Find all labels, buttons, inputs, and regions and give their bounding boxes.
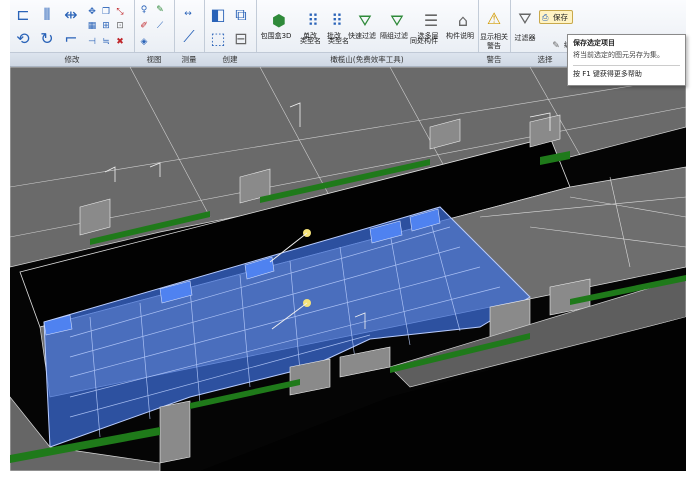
panel-addin: ⬢ 包围盒3D ⠿ 单改 ⠿ 批改 ⛛ 快速过滤 ⛛ 隔组过滤 ☰ 选多层 ⌂ … (256, 0, 479, 66)
move-icon[interactable]: ✥ (86, 6, 98, 18)
multi-floor-icon: ☰ (423, 11, 439, 30)
save-selection-tooltip: 保存选定项目 将当前选定的图元另存为集。 按 F1 键获得更多帮助 (567, 34, 686, 86)
tooltip-title: 保存选定项目 (573, 39, 615, 47)
group-icon[interactable]: ◧ (207, 4, 229, 26)
panel-label-warning: 警告 (478, 52, 510, 66)
mirror-icon[interactable]: ⇹ (60, 4, 82, 26)
warning-sub-label: 警告 (487, 42, 501, 50)
assembly-icon[interactable]: ⊟ (230, 28, 252, 50)
type-name-sublabel-2: 类型名 (328, 37, 349, 45)
tooltip-separator (573, 65, 680, 66)
split-icon[interactable]: ⊞ (100, 20, 112, 32)
panel-view: ♀ ✎ ✐ ⟋ ◈ 视图 (134, 0, 175, 66)
component-desc-button[interactable]: ⌂ 构件说明 (440, 8, 480, 48)
save-label: 保存 (553, 13, 568, 22)
visibility-icon[interactable]: ◈ (138, 36, 150, 48)
delete-icon[interactable]: ✖ (114, 36, 126, 48)
trim-icon[interactable]: ⌐ (60, 28, 82, 50)
override-icon[interactable]: ✐ (138, 20, 150, 32)
extend-icon[interactable]: ≒ (100, 36, 112, 48)
save-selection-button[interactable]: ⎙ 保存 (539, 10, 573, 24)
model-drawing (10, 67, 686, 471)
save-icon: ⎙ (542, 13, 549, 22)
measure-icon[interactable]: ↔ (182, 8, 194, 20)
show-related-warning-label: 显示相关 (480, 33, 508, 41)
sub-filter-icon: ⛛ (390, 11, 404, 30)
bbox3d-icon: ⬢ (272, 11, 286, 30)
component-icon[interactable]: ⧉ (230, 4, 252, 26)
unpin-icon[interactable]: ⊡ (114, 20, 126, 32)
rotate-icon[interactable]: ↻ (36, 28, 58, 50)
dimension-icon[interactable]: ⟋ (178, 26, 200, 48)
align-icon[interactable]: ⊏ (12, 4, 34, 26)
panel-modify: ⊏ ⫴ ⇹ ✥ ❐ ⤡ ▦ ⊞ ⊡ ⟲ ↻ ⌐ ⊣ ≒ ✖ 修改 (10, 0, 135, 66)
panel-label-addin: 橄榄山(免费效率工具) (256, 52, 478, 66)
type-name-sublabel-1: 类型名 (300, 37, 321, 45)
hide-icon[interactable]: ♀ (138, 4, 150, 16)
filter-icon[interactable]: ⛛ (514, 8, 536, 30)
panel-label-modify: 修改 (10, 52, 134, 66)
tooltip-help: 按 F1 键获得更多帮助 (573, 70, 642, 78)
component-desc-label: 构件说明 (446, 32, 474, 40)
panel-measure: ↔ ⟋ 测量 (174, 0, 205, 66)
tooltip-description: 将当前选定的图元另存为集。 (573, 51, 664, 59)
panel-label-measure: 测量 (174, 52, 204, 66)
copy-large-icon[interactable]: ⟲ (12, 28, 34, 50)
edit-selection-icon[interactable]: ✎ (550, 40, 562, 52)
panel-create: ◧ ⧉ ⬚ ⊟ 创建 (204, 0, 257, 66)
model-viewport[interactable] (10, 67, 686, 471)
paint-icon[interactable]: ✎ (154, 4, 166, 16)
linework-icon[interactable]: ⟋ (154, 20, 166, 32)
scale-icon[interactable]: ⤡ (114, 6, 126, 18)
panel-warning: ⚠ 显示相关 警告 警告 (478, 0, 511, 66)
panel-label-view: 视图 (134, 52, 174, 66)
offset-icon[interactable]: ⫴ (36, 4, 58, 26)
same-position-sublabel: 同处构件 (410, 37, 438, 45)
warning-icon[interactable]: ⚠ (483, 8, 505, 30)
panel-label-create: 创建 (204, 52, 256, 66)
filter-label: 过滤器 (514, 34, 536, 42)
array-icon[interactable]: ▦ (86, 20, 98, 32)
create-part-icon[interactable]: ⬚ (207, 28, 229, 50)
copy-icon[interactable]: ❐ (100, 6, 112, 18)
pin-icon[interactable]: ⊣ (86, 36, 98, 48)
component-desc-icon: ⌂ (457, 11, 469, 30)
quick-filter-icon: ⛛ (358, 11, 372, 30)
